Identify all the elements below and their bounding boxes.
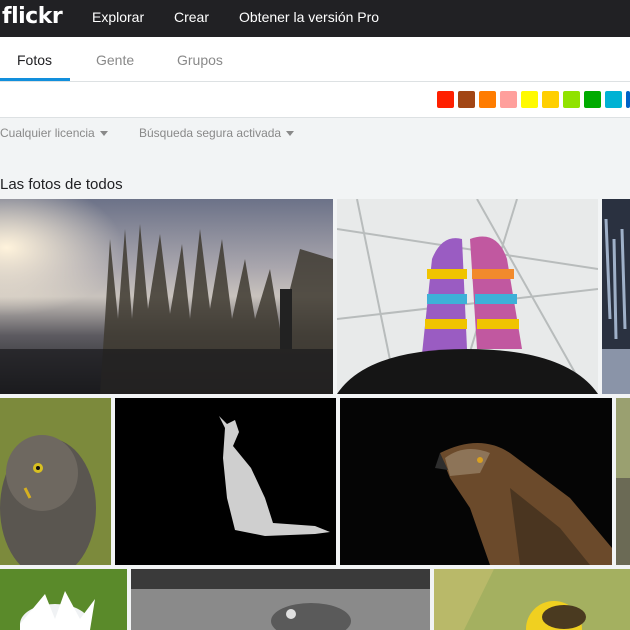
photo-eagle[interactable] bbox=[340, 398, 612, 565]
color-filter-bar bbox=[0, 82, 630, 118]
photo-owl[interactable] bbox=[0, 398, 111, 565]
color-swatch-lime[interactable] bbox=[563, 91, 580, 108]
tab-people[interactable]: Gente bbox=[96, 52, 134, 68]
color-swatch-cyan[interactable] bbox=[605, 91, 622, 108]
photo-striped-socks[interactable] bbox=[337, 199, 598, 394]
license-filter-dropdown[interactable]: Cualquier licencia bbox=[0, 126, 108, 140]
safe-search-dropdown[interactable]: Búsqueda segura activada bbox=[139, 126, 295, 140]
photo-daisy[interactable] bbox=[0, 569, 127, 630]
nav-explore[interactable]: Explorar bbox=[92, 9, 144, 25]
owl-image bbox=[0, 398, 111, 565]
toad-image bbox=[131, 569, 430, 630]
active-tab-indicator bbox=[0, 78, 70, 81]
color-swatch-red[interactable] bbox=[437, 91, 454, 108]
license-filter-label: Cualquier licencia bbox=[0, 126, 95, 140]
color-swatch-blue[interactable] bbox=[626, 91, 630, 108]
color-swatch-gold[interactable] bbox=[542, 91, 559, 108]
eagle-image bbox=[340, 398, 612, 565]
photo-bee-flower[interactable] bbox=[434, 569, 630, 630]
photo-lake-reeds[interactable] bbox=[0, 199, 333, 394]
nav-get-pro[interactable]: Obtener la versión Pro bbox=[239, 9, 379, 25]
nav-create[interactable]: Crear bbox=[174, 9, 209, 25]
photo-partial-right[interactable] bbox=[616, 398, 630, 565]
lake-reeds-image bbox=[0, 199, 333, 394]
photo-ice-cave[interactable] bbox=[602, 199, 630, 394]
tab-photos[interactable]: Fotos bbox=[17, 52, 52, 68]
ice-cave-image bbox=[602, 199, 630, 394]
caret-down-icon bbox=[286, 131, 295, 137]
caret-down-icon bbox=[99, 131, 108, 137]
photo-cat-silhouette[interactable] bbox=[115, 398, 336, 565]
daisy-image bbox=[0, 569, 127, 630]
color-swatch-orange[interactable] bbox=[479, 91, 496, 108]
cat-image bbox=[115, 398, 336, 565]
partial-photo-image bbox=[616, 398, 630, 565]
flickr-logo[interactable]: flickr bbox=[2, 4, 63, 29]
search-tabs: Fotos Gente Grupos bbox=[0, 37, 630, 82]
tab-groups[interactable]: Grupos bbox=[177, 52, 223, 68]
top-nav: flickr Explorar Crear Obtener la versión… bbox=[0, 0, 630, 37]
safe-search-label: Búsqueda segura activada bbox=[139, 126, 282, 140]
striped-socks-image bbox=[337, 199, 598, 394]
color-swatch-pink[interactable] bbox=[500, 91, 517, 108]
color-swatch-brown[interactable] bbox=[458, 91, 475, 108]
color-swatch-green[interactable] bbox=[584, 91, 601, 108]
photo-toad[interactable] bbox=[131, 569, 430, 630]
color-swatch-yellow[interactable] bbox=[521, 91, 538, 108]
section-title: Las fotos de todos bbox=[0, 176, 123, 193]
bee-image bbox=[434, 569, 630, 630]
